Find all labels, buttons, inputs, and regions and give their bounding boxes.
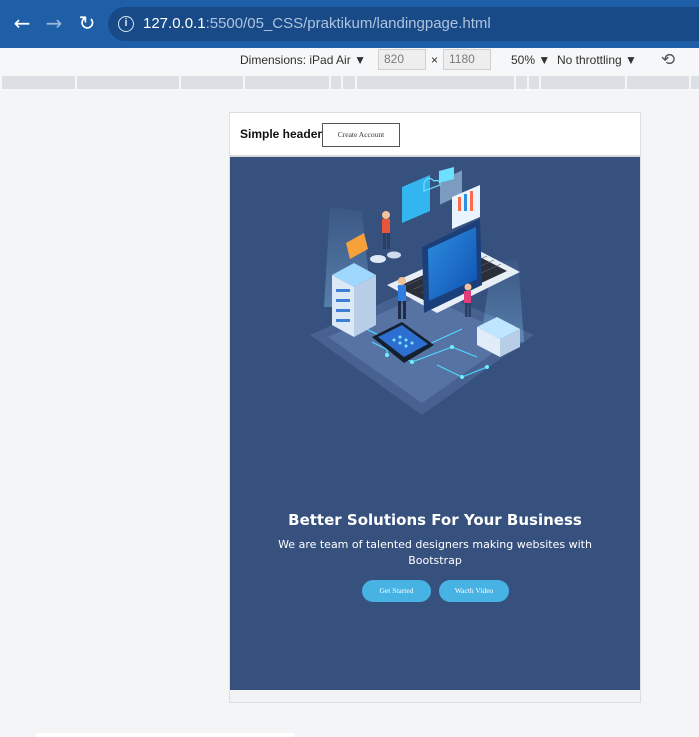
emulated-page: Simple header Create Account Better Solu… (229, 112, 641, 703)
media-query-segment[interactable] (2, 76, 75, 89)
device-toolbar: Dimensions: iPad Air ▼ 820 × 1180 50% ▼ … (0, 48, 699, 74)
dropdown-caret-icon: ▼ (354, 53, 366, 67)
width-input[interactable]: 820 (378, 49, 426, 70)
dropdown-caret-icon: ▼ (538, 53, 551, 67)
media-query-segment[interactable] (529, 76, 539, 89)
media-query-segment[interactable] (691, 76, 699, 89)
device-select-label: Dimensions: iPad Air (240, 53, 351, 67)
throttling-label: No throttling (557, 53, 622, 67)
back-arrow-icon[interactable]: ← (11, 12, 33, 34)
rotate-icon[interactable]: ⟲ (658, 50, 678, 70)
zoom-label: 50% (511, 53, 536, 67)
media-query-segment[interactable] (77, 76, 179, 89)
info-icon[interactable]: i (118, 16, 134, 32)
zoom-select[interactable]: 50% ▼ (511, 53, 550, 67)
address-bar[interactable]: i 127.0.0.1:5500/05_CSS/praktikum/landin… (108, 7, 699, 41)
page-footer (230, 690, 640, 702)
reload-icon[interactable]: ↻ (76, 12, 98, 34)
media-query-segment[interactable] (357, 76, 514, 89)
times-sign: × (431, 53, 439, 67)
get-started-button[interactable]: Get Started (362, 580, 431, 602)
throttling-select[interactable]: No throttling ▼ (557, 53, 637, 67)
browser-toolbar: ← → ↻ i 127.0.0.1:5500/05_CSS/praktikum/… (0, 0, 699, 48)
site-title: Simple header (240, 127, 323, 141)
media-query-segment[interactable] (627, 76, 689, 89)
device-select[interactable]: Dimensions: iPad Air ▼ (240, 53, 366, 67)
site-header: Simple header Create Account (230, 113, 640, 157)
url-text[interactable]: 127.0.0.1:5500/05_CSS/praktikum/landingp… (143, 15, 491, 32)
media-query-segment[interactable] (516, 76, 527, 89)
forward-arrow-icon[interactable]: → (43, 12, 65, 34)
media-query-segment[interactable] (245, 76, 329, 89)
url-host: 127.0.0.1 (143, 15, 206, 32)
height-input[interactable]: 1180 (443, 49, 491, 70)
hero-section: Better Solutions For Your Business We ar… (230, 157, 640, 690)
hero-subtitle: We are team of talented designers making… (278, 538, 592, 567)
media-query-segment[interactable] (331, 76, 341, 89)
media-query-segment[interactable] (541, 76, 625, 89)
horizontal-scrollbar[interactable] (36, 733, 294, 737)
media-query-segment[interactable] (181, 76, 243, 89)
hero-illustration (310, 167, 534, 415)
hero-title: Better Solutions For Your Business (288, 511, 582, 529)
media-query-segment[interactable] (343, 76, 355, 89)
media-query-bar (0, 74, 699, 91)
url-path: :5500/05_CSS/praktikum/landingpage.html (205, 15, 491, 32)
watch-video-button[interactable]: Wacth Video (439, 580, 509, 602)
dropdown-caret-icon: ▼ (625, 53, 637, 67)
create-account-button[interactable]: Create Account (322, 123, 400, 147)
